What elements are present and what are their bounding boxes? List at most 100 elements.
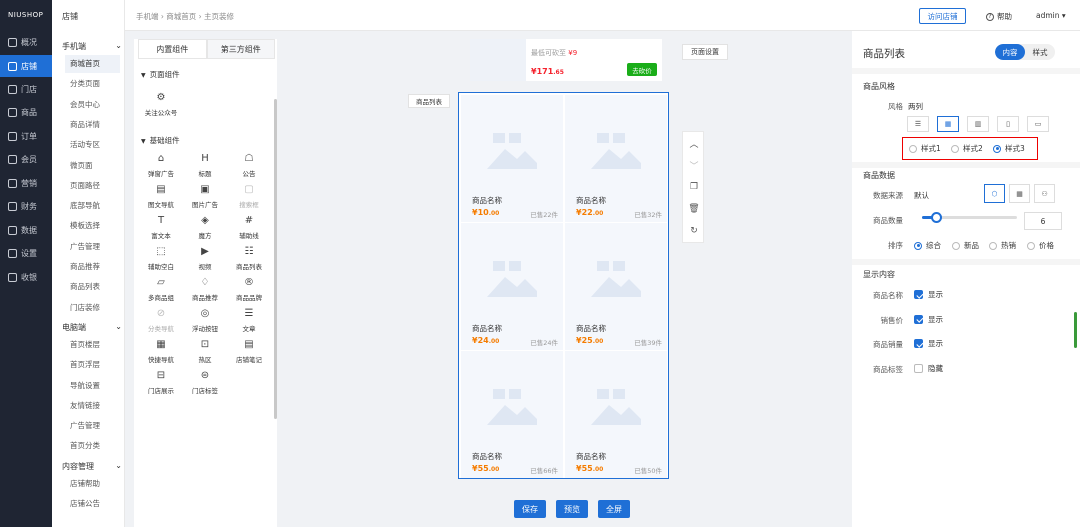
sidebar-group[interactable]: 手机端 ⌄ [62,41,122,52]
component-store-display[interactable]: ⊟ 门店展示 [139,370,183,395]
save-button[interactable]: 保存 [514,500,546,518]
panel-scrollbar[interactable] [1074,312,1077,348]
style-variant-radio[interactable]: 样式3 [993,143,1025,154]
nav-item-7[interactable]: 财务 [0,195,52,217]
fullscreen-button[interactable]: 全屏 [598,500,630,518]
bargain-button[interactable]: 去砍价 [627,63,657,76]
component-search-box[interactable]: ▢ 搜索框 [227,184,271,209]
preview-button[interactable]: 预览 [556,500,588,518]
tab-style[interactable]: 样式 [1025,44,1055,60]
sidebar-item[interactable]: 首页楼层 [65,336,120,354]
goods-card[interactable]: 商品名称 ¥55.00 已售66件 [461,351,563,478]
nav-item-0[interactable]: 概况 [0,31,52,53]
sidebar-item[interactable]: 导航设置 [65,377,120,395]
nav-item-5[interactable]: 会员 [0,148,52,170]
component-graphic-nav[interactable]: ▤ 图文导航 [139,184,183,209]
component-store-note[interactable]: ▤ 店铺笔记 [227,339,271,364]
component-float-button[interactable]: ◎ 浮动按钮 [183,308,227,333]
component-title[interactable]: H 标题 [183,153,227,178]
sidebar-item[interactable]: 模板选择 [65,217,120,235]
sidebar-item[interactable]: 店铺公告 [65,495,120,513]
display-toggle-checkbox[interactable]: 显示 [914,289,943,300]
nav-item-3[interactable]: 商品 [0,101,52,123]
nav-item-1[interactable]: 店铺 [0,55,52,77]
goods-card[interactable]: 商品名称 ¥10.00 已售22件 [461,95,563,222]
nav-item-8[interactable]: 数据 [0,219,52,241]
style-option-list-style[interactable]: ☰ [907,116,929,132]
sidebar-item[interactable]: 分类页面 [65,75,120,93]
sort-option-radio[interactable]: 价格 [1027,240,1054,251]
component-section-title[interactable]: ▼ 基础组件 [141,135,180,146]
component-rubik[interactable]: ◈ 魔方 [183,215,227,240]
sort-option-radio[interactable]: 综合 [914,240,941,251]
nav-item-10[interactable]: 收银 [0,266,52,288]
component-store-tag[interactable]: ⊜ 门店标签 [183,370,227,395]
sidebar-item[interactable]: 首页浮层 [65,356,120,374]
tab-builtin[interactable]: 内置组件 [138,39,207,59]
sidebar-group[interactable]: 电脑端 ⌄ [62,322,122,333]
sidebar-item[interactable]: 商品推荐 [65,258,120,276]
component-hotspot[interactable]: ⊡ 热区 [183,339,227,364]
component-popup-ad[interactable]: ⌂ 弹窗广告 [139,153,183,178]
source-option[interactable]: ⚇ [1034,184,1055,203]
sidebar-item[interactable]: 微页面 [65,157,120,175]
goods-list-component[interactable]: 商品名称 ¥10.00 已售22件 商品名称 ¥22.00 已售32件 商品名称 ¥24.00… [458,92,669,479]
delete-icon[interactable]: 🗑 [683,198,705,220]
component-article[interactable]: ☰ 文章 [227,308,271,333]
component-category-nav[interactable]: ⊘ 分类导航 [139,308,183,333]
help-link[interactable]: ? 帮助 [986,11,1012,22]
style-option-horizontal-scroll[interactable]: ▯ [997,116,1019,132]
component-image-ad[interactable]: ▣ 图片广告 [183,184,227,209]
sidebar-item[interactable]: 广告管理 [65,238,120,256]
sidebar-item[interactable]: 门店装修 [65,299,120,317]
component-video[interactable]: ▶ 视频 [183,246,227,271]
component-goods-list[interactable]: ☷ 商品列表 [227,246,271,271]
nav-item-9[interactable]: 设置 [0,242,52,264]
style-variant-radio[interactable]: 样式1 [909,143,941,154]
display-toggle-checkbox[interactable]: 显示 [914,314,943,325]
component-multi-goods[interactable]: ▱ 多商品组 [139,277,183,302]
sidebar-item[interactable]: 商城首页 [65,55,120,73]
nav-item-2[interactable]: 门店 [0,78,52,100]
nav-item-4[interactable]: 订单 [0,125,52,147]
display-toggle-checkbox[interactable]: 隐藏 [914,363,943,374]
sidebar-item[interactable]: 会员中心 [65,96,120,114]
sort-option-radio[interactable]: 新品 [952,240,979,251]
component-follow-wechat[interactable]: ⚙ 关注公众号 [139,92,183,117]
sidebar-group[interactable]: 内容管理 ⌄ [62,461,122,472]
sidebar-item[interactable]: 店铺帮助 [65,475,120,493]
display-toggle-checkbox[interactable]: 显示 [914,338,943,349]
component-rich-text[interactable]: T 富文本 [139,215,183,240]
goods-count-input[interactable]: 6 [1024,212,1062,230]
move-up-icon[interactable]: ︿ [683,132,705,154]
copy-icon[interactable]: ❐ [683,176,705,198]
goods-card[interactable]: 商品名称 ¥55.00 已售50件 [565,351,667,478]
component-brand[interactable]: ® 商品品牌 [227,277,271,302]
style-option-big-image[interactable]: ▭ [1027,116,1049,132]
goods-card[interactable]: 商品名称 ¥24.00 已售24件 [461,223,563,350]
component-guide-line[interactable]: # 辅助线 [227,215,271,240]
goods-card[interactable]: 商品名称 ¥25.00 已售39件 [565,223,667,350]
sidebar-item[interactable]: 底部导航 [65,197,120,215]
move-down-icon[interactable]: ﹀ [683,154,705,176]
sort-option-radio[interactable]: 热销 [989,240,1016,251]
sidebar-item[interactable]: 首页分类 [65,437,120,455]
reset-icon[interactable]: ↻ [683,220,705,242]
sidebar-item[interactable]: 友情链接 [65,397,120,415]
sidebar-item[interactable]: 页面路径 [65,177,120,195]
sidebar-item[interactable]: 商品详情 [65,116,120,134]
component-section-title[interactable]: ▼ 页面组件 [141,69,180,80]
component-goods-recommend[interactable]: ♢ 商品推荐 [183,277,227,302]
component-blank[interactable]: ⬚ 辅助空白 [139,246,183,271]
bargain-goods-card[interactable]: 最低可砍至 ¥9 ¥171.65 去砍价 [470,39,662,81]
tab-content[interactable]: 内容 [995,44,1025,60]
visit-store-button[interactable]: 访问店铺 [919,8,966,24]
goods-card[interactable]: 商品名称 ¥22.00 已售32件 [565,95,667,222]
style-option-three-column[interactable]: ▥ [967,116,989,132]
sidebar-item[interactable]: 活动专区 [65,136,120,154]
page-settings-button[interactable]: 页面设置 [682,44,728,60]
component-quick-nav[interactable]: ▦ 快捷导航 [139,339,183,364]
sidebar-item[interactable]: 商品列表 [65,278,120,296]
nav-item-6[interactable]: 营销 [0,172,52,194]
user-menu[interactable]: admin ▾ [1036,11,1066,20]
